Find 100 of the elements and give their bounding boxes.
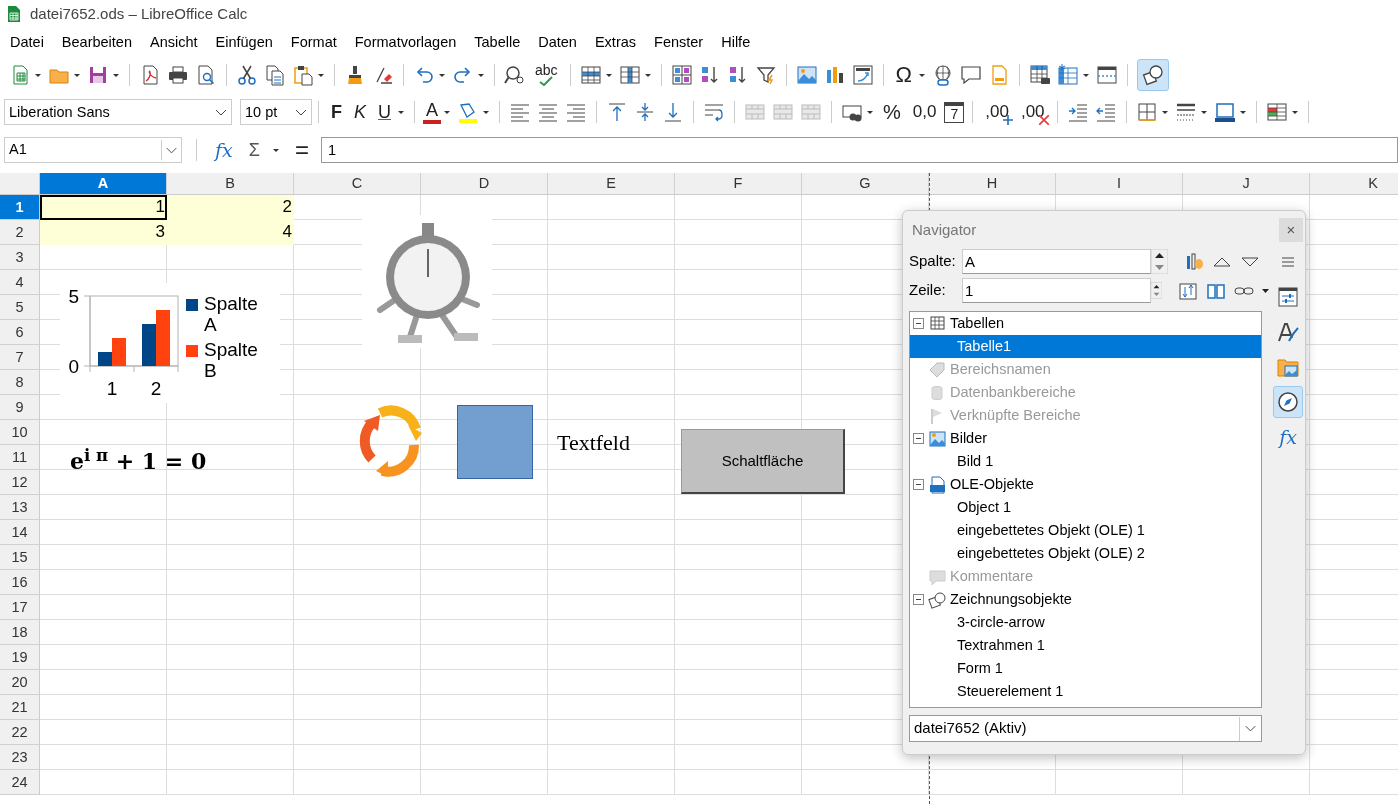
menu-item[interactable]: Extras — [584, 29, 645, 56]
row-header[interactable]: 16 — [0, 570, 40, 596]
column-header[interactable]: D — [421, 173, 548, 196]
push-button[interactable]: Schaltfläche — [681, 429, 845, 495]
sort-icon[interactable] — [670, 63, 693, 86]
comment-icon[interactable] — [960, 63, 983, 86]
menu-item[interactable]: Bearbeiten — [51, 29, 140, 56]
conditional-format-icon[interactable] — [1265, 101, 1288, 124]
spin-field[interactable]: A — [962, 249, 1151, 275]
row-header[interactable]: 7 — [0, 345, 40, 371]
menu-item[interactable]: Format — [280, 29, 345, 56]
menu-item[interactable]: Fenster — [644, 29, 712, 56]
indent-increase-icon[interactable] — [1066, 101, 1089, 124]
borders-icon[interactable] — [1135, 101, 1158, 124]
row-header[interactable]: 9 — [0, 395, 40, 421]
function-wizard-button[interactable]: fx — [211, 139, 237, 162]
column-header[interactable]: C — [294, 173, 421, 196]
print-area-icon[interactable] — [1029, 63, 1052, 86]
menu-item[interactable]: Tabelle — [464, 29, 529, 56]
sidebar-tab[interactable]: fx — [1273, 421, 1303, 454]
date-button[interactable]: 7 — [944, 101, 965, 123]
print-preview-icon[interactable] — [195, 63, 217, 86]
column-header[interactable]: J — [1183, 173, 1310, 196]
font-size-field[interactable]: 10 pt — [240, 99, 312, 126]
wrap-text-icon[interactable] — [703, 101, 726, 124]
data-range-icon[interactable] — [1184, 251, 1204, 272]
align-center-icon[interactable] — [537, 101, 560, 124]
bold-button[interactable]: F — [327, 101, 346, 124]
menu-item[interactable]: Formatvorlagen — [344, 29, 465, 56]
tree-item[interactable]: Object 1 — [910, 496, 1261, 520]
tree-item[interactable]: Zeichnungsobjekte — [910, 588, 1261, 612]
tree-item[interactable]: Bild 1 — [910, 450, 1261, 474]
row-header[interactable]: 13 — [0, 495, 40, 521]
formula-button[interactable]: = — [290, 139, 313, 162]
document-dropdown[interactable]: datei7652 (Aktiv) — [909, 715, 1262, 743]
collapse-icon[interactable] — [913, 433, 924, 445]
menu-item[interactable]: Daten — [528, 29, 585, 56]
column-header[interactable]: I — [1056, 173, 1183, 196]
sidebar-tab[interactable] — [1273, 386, 1303, 419]
menu-item[interactable]: Einfügen — [205, 29, 281, 56]
tree-item[interactable]: Form 1 — [910, 657, 1261, 681]
tree-item[interactable]: eingebettetes Objekt (OLE) 2 — [910, 542, 1261, 566]
menu-item[interactable]: Datei — [0, 29, 52, 56]
border-color-icon[interactable] — [1213, 101, 1236, 124]
percent-button[interactable]: % — [879, 101, 905, 124]
row-header[interactable]: 4 — [0, 270, 40, 296]
select-all-corner[interactable] — [0, 173, 40, 196]
row-header[interactable]: 6 — [0, 320, 40, 346]
pivot-table-icon[interactable] — [851, 63, 874, 86]
collapse-icon[interactable] — [913, 318, 924, 330]
freeze-icon[interactable] — [1057, 63, 1080, 86]
tree-item[interactable]: eingebettetes Objekt (OLE) 1 — [910, 519, 1261, 543]
font-name-field[interactable]: Liberation Sans — [4, 99, 232, 126]
number-format-button[interactable]: 0,0 — [908, 101, 941, 124]
tree-item[interactable]: Tabellen — [910, 312, 1261, 336]
row-header[interactable]: 20 — [0, 670, 40, 696]
spelling-button[interactable]: abc — [531, 63, 562, 86]
tree-item[interactable]: Steuerelement 1 — [910, 680, 1261, 704]
find-replace-icon[interactable] — [504, 63, 526, 86]
column-header[interactable]: K — [1310, 173, 1398, 196]
table-cell[interactable]: 2 — [167, 195, 294, 221]
insert-row-icon[interactable] — [579, 63, 602, 86]
draw-functions-icon[interactable] — [1137, 58, 1170, 91]
special-character-button[interactable]: Ω — [891, 63, 917, 86]
row-header[interactable]: 17 — [0, 595, 40, 621]
split-window-icon[interactable] — [1096, 63, 1119, 86]
row-header[interactable]: 18 — [0, 620, 40, 646]
add-decimal-button[interactable]: ,00 — [981, 101, 1013, 124]
column-header[interactable]: A — [40, 173, 167, 196]
row-header[interactable]: 10 — [0, 420, 40, 446]
spin-field[interactable]: 1 — [962, 278, 1151, 304]
indent-decrease-icon[interactable] — [1094, 101, 1117, 124]
paste-icon[interactable] — [292, 63, 314, 86]
menu-item[interactable]: Ansicht — [140, 29, 206, 56]
table-cell[interactable]: 1 — [40, 195, 167, 221]
underline-button[interactable]: U — [374, 101, 395, 124]
italic-button[interactable]: K — [350, 101, 370, 124]
border-style-icon[interactable] — [1174, 101, 1197, 124]
table-cell[interactable]: 3 — [40, 220, 167, 246]
column-header[interactable]: H — [929, 173, 1056, 196]
tree-item[interactable]: OLE-Objekte — [910, 473, 1261, 497]
column-header[interactable]: G — [802, 173, 929, 196]
column-header[interactable]: F — [675, 173, 802, 196]
row-header[interactable]: 1 — [0, 195, 40, 221]
row-header[interactable]: 21 — [0, 695, 40, 721]
align-left-icon[interactable] — [509, 101, 532, 124]
row-header[interactable]: 24 — [0, 770, 40, 796]
delete-decimal-button[interactable]: ,00 — [1016, 101, 1049, 124]
tree-item[interactable]: Bilder — [910, 427, 1261, 451]
name-box[interactable]: A1 — [4, 137, 182, 164]
row-header[interactable]: 11 — [0, 445, 40, 471]
table-cell[interactable]: 4 — [167, 220, 294, 246]
formula-input[interactable]: 1 — [320, 137, 1398, 164]
column-header[interactable]: B — [167, 173, 294, 196]
collapse-icon[interactable] — [913, 479, 924, 491]
row-header[interactable]: 19 — [0, 645, 40, 671]
cut-icon[interactable] — [236, 63, 258, 86]
row-header[interactable]: 15 — [0, 545, 40, 571]
row-header[interactable]: 8 — [0, 370, 40, 396]
copy-icon[interactable] — [264, 63, 286, 86]
